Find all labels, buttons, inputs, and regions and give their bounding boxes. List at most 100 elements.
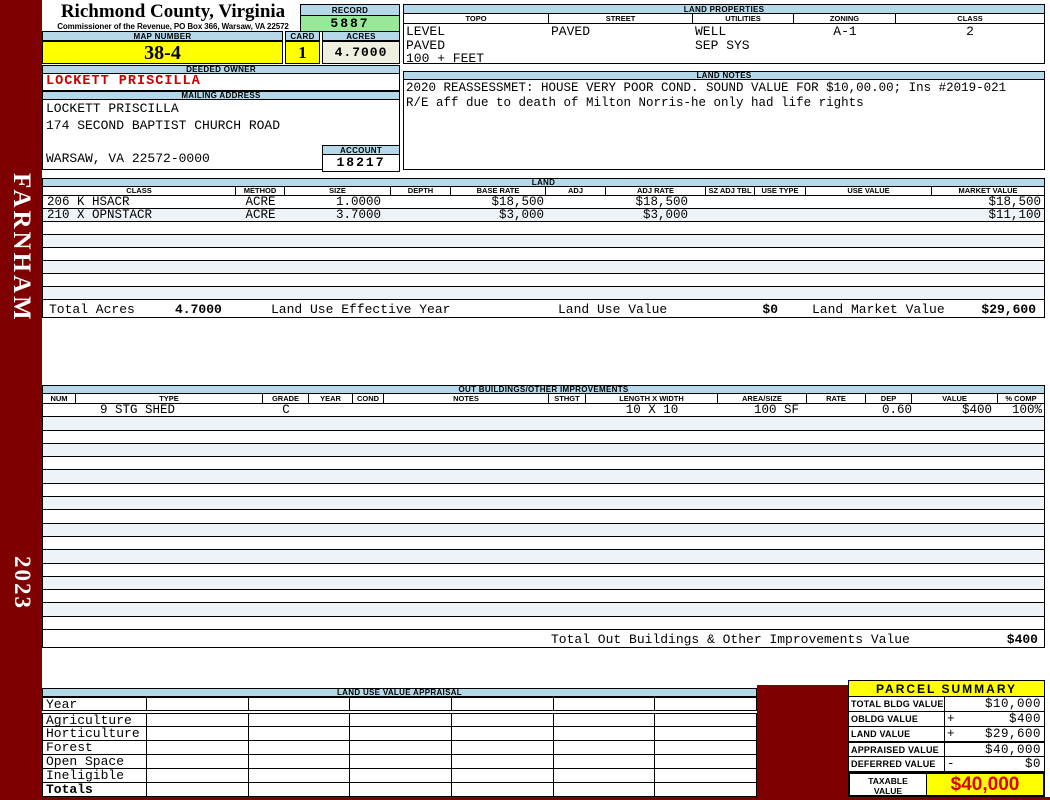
summary-label: OBLDG VALUE	[851, 714, 919, 724]
row-label: Agriculture	[42, 713, 147, 727]
ob-empty-row	[42, 470, 1045, 484]
empty-cell	[451, 741, 554, 755]
empty-cell	[349, 713, 453, 727]
empty-cell	[552, 741, 656, 755]
ob-empty-row	[42, 457, 1045, 471]
col-topo: TOPO	[404, 14, 549, 23]
account-block: ACCOUNT 18217	[322, 145, 400, 172]
ob-col-cond: COND	[353, 394, 384, 403]
empty-cell	[247, 697, 351, 711]
cell-class: 210 X OPNSTACR	[47, 209, 153, 221]
cell-use-type	[755, 209, 806, 221]
cell-market-value: $18,500	[988, 196, 1041, 208]
empty-cell	[349, 741, 453, 755]
empty-cell	[451, 755, 554, 769]
cell-market-value: $11,100	[988, 209, 1041, 221]
empty-cell	[247, 783, 351, 797]
land-title: LAND	[42, 178, 1045, 187]
total-acres-value: 4.7000	[175, 302, 222, 317]
map-number-value: 38-4	[42, 41, 283, 64]
out-buildings-title: OUT BUILDINGS/OTHER IMPROVEMENTS	[42, 385, 1045, 394]
land-section: LAND CLASS METHOD SIZE DEPTH BASE RATE A…	[42, 178, 1045, 318]
land-use-appraisal-section: LAND USE VALUE APPRAISAL Year Agricultur…	[42, 688, 758, 797]
land-col-adj-rate: ADJ RATE	[606, 187, 706, 195]
taxable-label: TAXABLE VALUE	[850, 774, 927, 796]
land-empty-row	[42, 248, 1045, 261]
ob-col-dep: DEP	[866, 394, 912, 403]
out-building-row: 9 STG SHED C 10 X 10 100 SF 0.60 $400 10…	[42, 404, 1045, 418]
cell-dep: 0.60	[881, 404, 912, 417]
tax-year-label: 2023	[10, 556, 35, 610]
summary-value: $10,000	[984, 697, 1041, 711]
ob-empty-row	[42, 603, 1045, 617]
class-value: 2	[966, 24, 974, 39]
ob-empty-row	[42, 443, 1045, 458]
land-empty-row	[42, 287, 1045, 300]
cell-cond	[353, 404, 384, 416]
utilities-value: WELL SEP SYS	[695, 24, 750, 53]
cell-depth	[391, 196, 451, 208]
empty-cell	[349, 755, 453, 769]
empty-cell	[654, 697, 758, 711]
cell-area-size: 100 SF	[753, 404, 799, 417]
ob-empty-row	[42, 616, 1045, 631]
col-zoning: ZONING	[794, 14, 896, 23]
empty-cell	[654, 727, 758, 741]
land-notes-label: LAND NOTES	[403, 71, 1045, 80]
empty-cell	[146, 697, 249, 711]
deeded-owner-value: LOCKETT PRISCILLA	[42, 74, 400, 91]
street-value: PAVED	[551, 24, 591, 39]
zoning-value: A-1	[833, 24, 857, 39]
appraisal-row-totals: Totals	[42, 783, 758, 797]
summary-sign: +	[947, 712, 955, 726]
county-title: Richmond County, Virginia	[60, 1, 286, 22]
topo-value: LEVEL PAVED 100 + FEET	[406, 24, 485, 66]
appraisal-row-forest: Forest	[42, 741, 758, 755]
row-label: Horticulture	[42, 727, 147, 741]
appraisal-row-open-space: Open Space	[42, 755, 758, 769]
land-col-use-type: USE TYPE	[755, 187, 806, 195]
out-buildings-header: NUM TYPE GRADE YEAR COND NOTES STHGT LEN…	[42, 394, 1045, 404]
land-notes-value: 2020 REASSESSMET: HOUSE VERY POOR COND. …	[403, 80, 1045, 170]
summary-row-total-bldg: TOTAL BLDG VALUE $10,000	[848, 697, 1045, 712]
land-col-method: METHOD	[236, 187, 285, 195]
land-use-value-label: Land Use Value	[558, 302, 668, 317]
cell-depth	[391, 209, 451, 221]
map-number-label: MAP NUMBER	[42, 31, 283, 41]
ob-col-year: YEAR	[309, 394, 353, 403]
record-value: 5887	[300, 16, 400, 32]
land-col-depth: DEPTH	[391, 187, 451, 195]
ob-col-num: NUM	[43, 394, 76, 403]
cell-size: 3.7000	[335, 209, 381, 221]
empty-cell	[654, 755, 758, 769]
empty-cell	[146, 769, 249, 783]
ob-col-sthgt: STHGT	[549, 394, 586, 403]
summary-label: TOTAL BLDG VALUE	[851, 699, 944, 709]
land-use-appraisal-title: LAND USE VALUE APPRAISAL	[42, 688, 757, 697]
ob-empty-row	[42, 417, 1045, 431]
cell-type: 9 STG SHED	[100, 404, 176, 417]
cell-method: ACRE	[245, 196, 276, 208]
summary-sign: -	[947, 757, 955, 771]
ob-col-value: VALUE	[912, 394, 998, 403]
row-label: Ineligible	[42, 769, 147, 783]
ob-empty-row	[42, 590, 1045, 604]
empty-cell	[552, 697, 656, 711]
cell-adj-rate: $18,500	[635, 196, 688, 208]
summary-label: APPRAISED VALUE	[851, 745, 939, 755]
record-label: RECORD	[300, 4, 400, 16]
land-col-market-value: MARKET VALUE	[958, 187, 1018, 195]
record-card: Richmond County, Virginia Commissioner o…	[42, 0, 1050, 797]
appraisal-row-ineligible: Ineligible	[42, 769, 758, 783]
ob-empty-row	[42, 497, 1045, 511]
cell-adj	[546, 209, 606, 221]
cell-base-rate: $3,000	[498, 209, 544, 221]
summary-value: $29,600	[984, 727, 1041, 741]
land-market-value-label: Land Market Value	[812, 302, 945, 317]
land-empty-row	[42, 261, 1045, 274]
empty-cell	[247, 769, 351, 783]
sidebar: FARNHAM 2023	[0, 0, 42, 800]
land-properties-values: LEVEL PAVED 100 + FEET PAVED WELL SEP SY…	[403, 24, 1045, 66]
cell-base-rate: $18,500	[491, 196, 544, 208]
land-empty-row	[42, 222, 1045, 235]
